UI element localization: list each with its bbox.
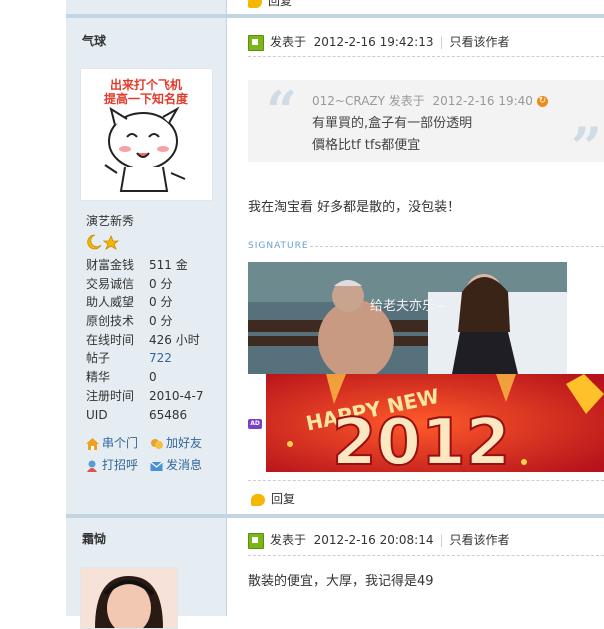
signature-label: SIGNATURE — [248, 241, 309, 251]
reply-icon — [248, 0, 262, 8]
profile-key: 帖子 — [86, 351, 111, 366]
profile-value: 2010-4-7 — [149, 388, 204, 403]
author-name[interactable]: 霜恸 — [82, 530, 106, 547]
greet-icon — [87, 460, 97, 472]
add-friend-label: 加好友 — [166, 436, 203, 450]
visit-button[interactable]: 串个门 — [86, 434, 138, 451]
profile-value: 426 小时 — [149, 332, 200, 347]
column-divider — [226, 0, 227, 616]
reply-button[interactable]: 回复 — [251, 490, 295, 507]
photo-caption: 给老夫亦乐~ — [370, 298, 446, 314]
reply-label: 回复 — [268, 0, 293, 8]
signature-photo: 给老夫亦乐~ — [248, 262, 567, 374]
user-rank: 演艺新秀 — [86, 214, 135, 228]
post-body: 散装的便宜，大厚，我记得是49 — [248, 574, 434, 589]
avatar-photo-image — [81, 568, 177, 628]
post-meta: 发表于 2012-2-16 20:08:14 | 只看该作者 — [248, 532, 510, 549]
post-meta-divider — [248, 56, 604, 57]
post-separator — [66, 14, 604, 18]
post-separator — [66, 514, 604, 518]
profile-key: 原创技术 — [86, 314, 135, 329]
post-meta: 发表于 2012-2-16 19:42:13 | 只看该作者 — [248, 34, 510, 51]
avatar-text-1: 出来打个飞机 — [110, 77, 182, 92]
profile-row: 注册时间 2010-4-7 — [86, 387, 226, 406]
add-friend-button[interactable]: 加好友 — [150, 434, 202, 451]
profile-value: 65486 — [149, 407, 188, 422]
add-friend-icon — [151, 438, 163, 449]
profile-row: UID 65486 — [86, 406, 226, 425]
profile-row: 原创技术 0 分 — [86, 312, 226, 331]
reply-button-prev[interactable]: 回复 — [248, 0, 292, 9]
avatar[interactable] — [80, 567, 178, 629]
post-meta-divider — [248, 555, 604, 556]
profile-value: 0 分 — [149, 314, 173, 329]
profile-key: 精华 — [86, 370, 111, 385]
ad-badge: AD — [248, 419, 262, 429]
banner-year-text: 2012 — [332, 406, 510, 472]
quote-block: “ ” 012~CRAZY 发表于 2012-2-16 19:40 ↻ 有單買的,… — [248, 79, 604, 174]
profile-key: UID — [86, 407, 108, 422]
profile-value: 511 金 — [149, 258, 188, 272]
profile-key: 在线时间 — [86, 332, 135, 347]
author-profile: 财富金钱 511 金 交易诚信 0 分 助人威望 0 分 原创技术 0 分 在线时间 42… — [86, 256, 226, 424]
post-body: 我在淘宝看 好多都是散的，没包装！ — [248, 200, 461, 215]
signature-divider — [310, 246, 604, 247]
new-year-banner-image: HAPPY NEW 2012 — [266, 374, 604, 472]
signature-banner: HAPPY NEW 2012 — [266, 374, 604, 472]
profile-key: 助人威望 — [86, 295, 135, 310]
quote-line: 有單買的,盒子有一部份透明 — [312, 116, 473, 131]
profile-row: 帖子 722 — [86, 349, 226, 368]
post-time: 2012-2-16 20:08:14 — [313, 533, 434, 547]
left-margin — [0, 0, 66, 616]
posted-label: 发表于 — [270, 35, 307, 49]
rank-stars — [86, 234, 120, 253]
quote-line: 價格比tf tfs都便宜 — [312, 138, 421, 153]
quote-author: 012~CRAZY — [312, 94, 385, 108]
post-count-link[interactable]: 722 — [149, 349, 172, 368]
visit-label: 串个门 — [102, 436, 139, 450]
profile-key: 财富金钱 — [86, 258, 135, 272]
quote-time: 2012-2-16 19:40 — [432, 94, 533, 108]
envelope-icon — [150, 461, 163, 471]
reply-label: 回复 — [271, 492, 296, 506]
profile-row: 精华 0 — [86, 368, 226, 387]
post-status-icon — [248, 34, 264, 51]
profile-key: 注册时间 — [86, 388, 135, 403]
profile-row: 交易诚信 0 分 — [86, 275, 226, 294]
pipe-divider: | — [439, 533, 444, 547]
post-time: 2012-2-16 19:42:13 — [313, 35, 434, 49]
moon-star-icon — [87, 234, 120, 250]
close-quote-icon: ” — [570, 115, 602, 179]
reply-icon — [251, 493, 265, 506]
only-author-link[interactable]: 只看该作者 — [450, 35, 510, 49]
profile-row: 在线时间 426 小时 — [86, 331, 226, 350]
signature-photo-image: 给老夫亦乐~ — [248, 262, 567, 374]
author-name[interactable]: 气球 — [82, 32, 106, 49]
profile-key: 交易诚信 — [86, 276, 135, 291]
open-quote-icon: “ — [266, 79, 298, 143]
post-footer-divider — [248, 480, 604, 481]
avatar[interactable]: 出来打个飞机 提高一下知名度 — [80, 68, 213, 201]
avatar-cartoon-image: 出来打个飞机 提高一下知名度 — [81, 69, 212, 200]
jump-to-quote-icon[interactable]: ↻ — [536, 96, 548, 107]
profile-value: 0 — [149, 370, 157, 385]
greet-label: 打招呼 — [102, 458, 139, 472]
home-icon — [86, 437, 99, 450]
message-button[interactable]: 发消息 — [150, 456, 202, 473]
profile-row: 助人威望 0 分 — [86, 293, 226, 312]
message-label: 发消息 — [166, 458, 203, 472]
profile-row: 财富金钱 511 金 — [86, 256, 226, 275]
avatar-text-2: 提高一下知名度 — [104, 91, 189, 106]
profile-value: 0 分 — [149, 276, 173, 291]
greet-button[interactable]: 打招呼 — [86, 456, 138, 473]
posted-label: 发表于 — [270, 533, 307, 547]
quote-header: 012~CRAZY 发表于 2012-2-16 19:40 ↻ — [312, 92, 548, 109]
quote-posted-label: 发表于 — [388, 94, 425, 108]
profile-value: 0 分 — [149, 295, 173, 310]
post-status-icon — [248, 532, 264, 549]
pipe-divider: | — [439, 35, 444, 49]
only-author-link[interactable]: 只看该作者 — [450, 533, 510, 547]
